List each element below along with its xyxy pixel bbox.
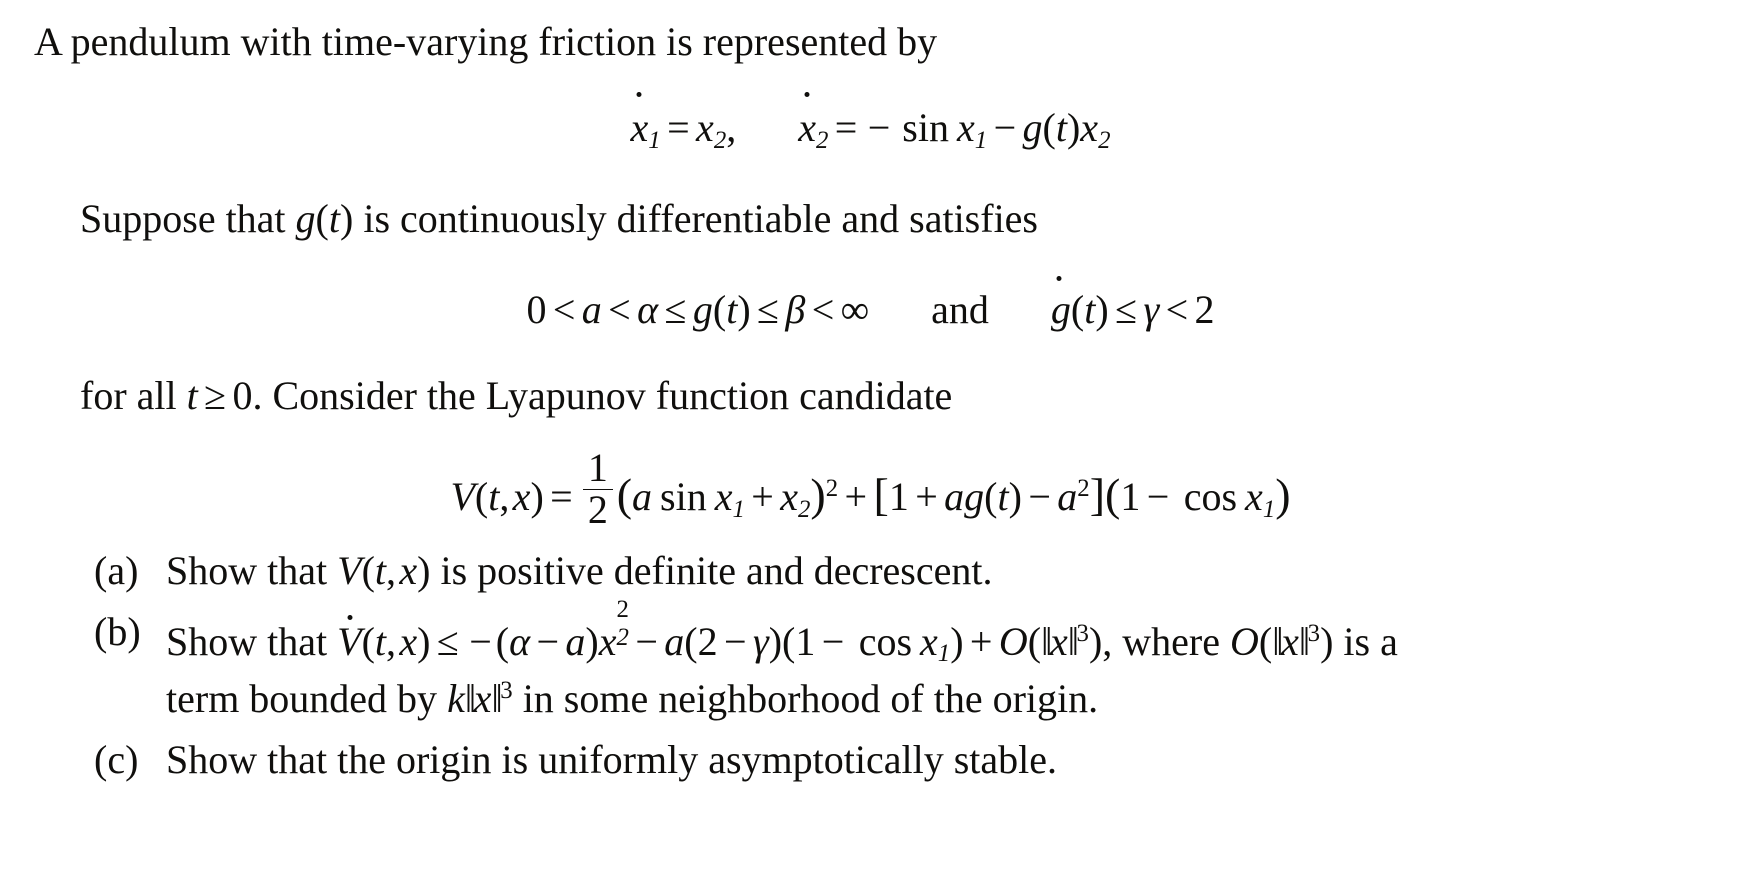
problem-b-text-pre: Show that [166, 618, 338, 664]
list-item-b: (b) Show that V(t, x) ≤ − (α − a)x 2 2− a(2− γ)(1… [94, 596, 1714, 721]
list-body-b: Show that V(t, x) ≤ − (α − a)x 2 2− a(2− γ)(1− co… [166, 596, 1714, 721]
list-item-c: (c) Show that the origin is uniformly as… [94, 736, 1714, 782]
document-page: A pendulum with time-varying friction is… [0, 0, 1741, 888]
problem-list: (a) Show that V(t, x) is positive defini… [94, 551, 1714, 780]
intro-math-t: t [186, 373, 198, 418]
problem-a-text-post: is positive definite and decrescent. [430, 548, 993, 593]
problem-b-text-mid: , where [1102, 618, 1230, 664]
equation-bounds: 0 < a < α ≤ g(t) ≤ β < ∞ and g(t) ≤ γ <2 [0, 286, 1741, 333]
problem-a-text-pre: Show that [166, 548, 338, 593]
intro-paragraph-2: Suppose that g(t) is continuously differ… [80, 196, 1038, 241]
equation-lyapunov: V(t, x) = 1 2 (a sin x1 + x2)2 + [1 + ag(t) − a2](1−… [0, 445, 1741, 535]
list-marker-c: (c) [94, 736, 139, 782]
equation-bounds-content: 0 < a < α ≤ g(t) ≤ β < ∞ and g(t) ≤ γ <2 [526, 287, 1215, 332]
equation-dynamics: x1 = x2, x2 = − sin x1− g(t)x2 [0, 104, 1741, 154]
list-body-c: Show that the origin is uniformly asympt… [166, 736, 1714, 782]
intro-text-2-post: is continuously differentiable and satis… [353, 196, 1038, 241]
intro-math-g-of-t: g [295, 196, 316, 241]
problem-b-line-2: term bounded by k‖x‖3 in some neighborho… [166, 675, 1099, 721]
problem-b-text-post: is a [1333, 618, 1398, 664]
problem-a-math-V: V [337, 548, 362, 593]
list-body-a: Show that V(t, x) is positive definite a… [166, 548, 993, 593]
list-marker-b: (b) [94, 609, 141, 654]
intro-text-3-post: Consider the Lyapunov function candidate [262, 373, 953, 418]
list-marker-a: (a) [94, 548, 139, 593]
problem-b-line2-post: in some neighborhood of the origin. [512, 675, 1099, 721]
problem-b-line-1: Show that V(t, x) ≤ − (α − a)x 2 2− a(2− γ)(1− co… [166, 596, 1398, 668]
problem-b-line2-pre: term bounded by [166, 675, 448, 721]
intro-text-1: A pendulum with time-varying friction is… [34, 19, 938, 64]
intro-text-2-pre: Suppose that [80, 196, 296, 241]
intro-paragraph-3: for all t ≥0. Consider the Lyapunov funct… [80, 373, 953, 418]
equation-dynamics-content: x1 = x2, x2 = − sin x1− g(t)x2 [630, 105, 1111, 154]
intro-paragraph-1: A pendulum with time-varying friction is… [34, 22, 937, 62]
intro-text-3-pre: for all [80, 373, 187, 418]
problem-c-text: Show that the origin is uniformly asympt… [166, 736, 1057, 782]
list-item-a: (a) Show that V(t, x) is positive defini… [94, 551, 1714, 591]
equation-lyapunov-content: V(t, x) = 1 2 (a sin x1 + x2)2 + [1 + ag(t) − a2](1−… [450, 445, 1291, 532]
